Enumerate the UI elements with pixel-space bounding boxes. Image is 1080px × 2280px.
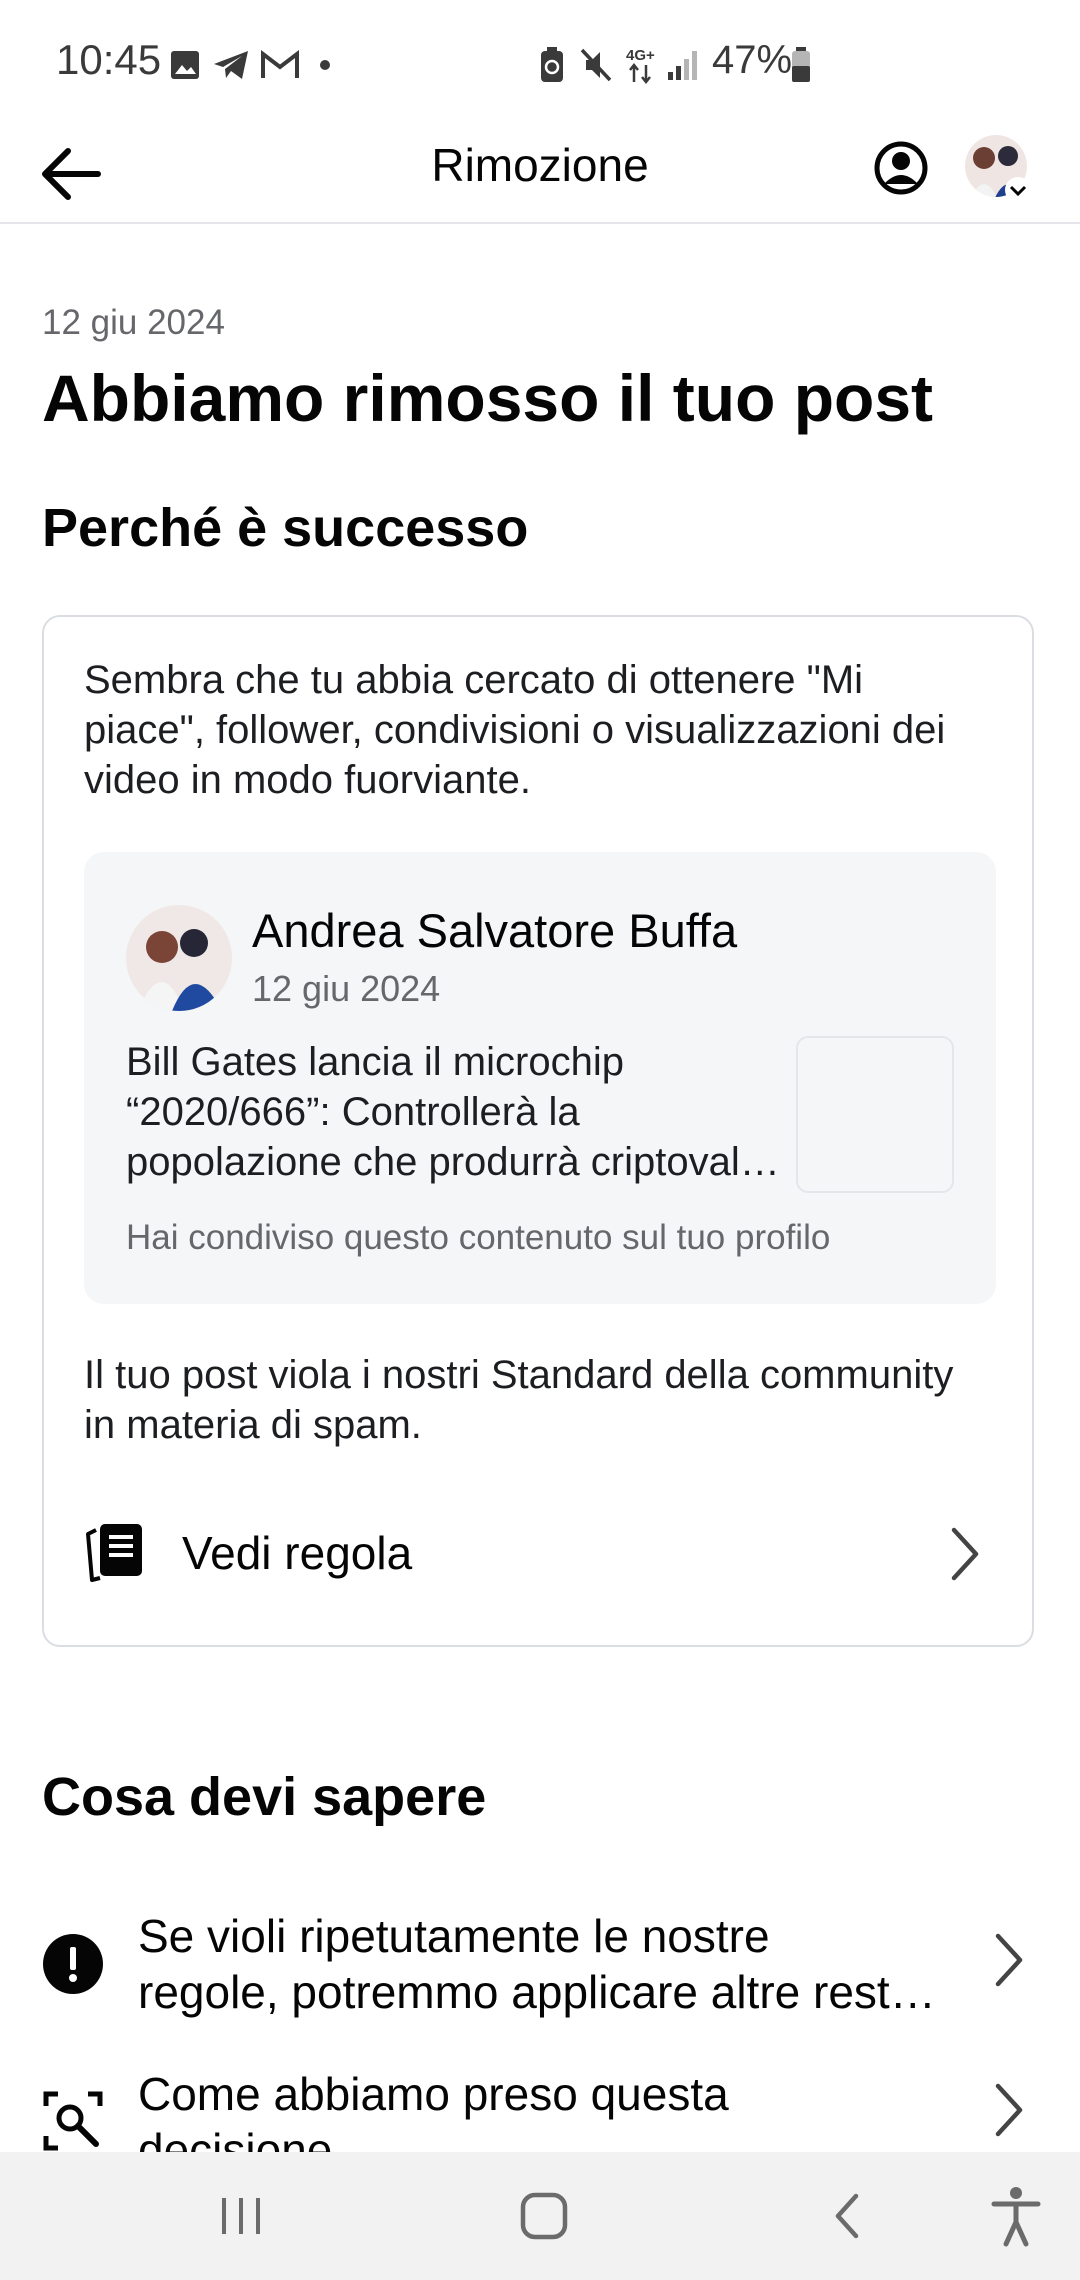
shared-note: Hai condiviso questo contenuto sul tuo p… bbox=[126, 1218, 831, 1257]
dot-icon bbox=[320, 60, 330, 70]
why-heading: Perché è successo bbox=[42, 498, 529, 558]
how-we-decided-item[interactable]: Come abbiamo preso questa decisione bbox=[42, 2066, 1038, 2152]
back-icon[interactable] bbox=[818, 2186, 878, 2246]
chevron-right-icon bbox=[995, 2083, 1023, 2137]
reason-text: Sembra che tu abbia cercato di ottenere … bbox=[84, 658, 946, 802]
post-text-line: Bill Gates lancia il microchip bbox=[126, 1040, 624, 1084]
status-time: 10:45 bbox=[56, 36, 162, 83]
account-button[interactable] bbox=[866, 132, 936, 208]
see-rule-label: Vedi regola bbox=[182, 1527, 413, 1579]
accessibility-icon[interactable] bbox=[988, 2184, 1044, 2248]
removal-date: 12 giu 2024 bbox=[42, 303, 225, 342]
how-we-decided-line: decisione bbox=[138, 2124, 333, 2152]
home-icon[interactable] bbox=[514, 2186, 574, 2246]
know-heading: Cosa devi sapere bbox=[42, 1767, 487, 1827]
profile-switcher-button[interactable] bbox=[962, 130, 1036, 210]
violation-text: Il tuo post viola i nostri Standard dell… bbox=[84, 1353, 954, 1447]
battery-percent: 47% bbox=[712, 38, 793, 82]
telegram-icon bbox=[214, 51, 248, 79]
see-rule-link[interactable]: Vedi regola bbox=[84, 1506, 996, 1598]
rulebook-icon bbox=[86, 1524, 142, 1582]
post-thumbnail bbox=[796, 1036, 954, 1193]
avatar bbox=[965, 135, 1031, 203]
svg-text:4G+: 4G+ bbox=[626, 47, 655, 64]
how-we-decided-text: Come abbiamo preso questa decisione bbox=[138, 2066, 938, 2152]
post-text-line: popolazione che produrrà criptovalute bbox=[126, 1140, 781, 1184]
post-date: 12 giu 2024 bbox=[252, 968, 441, 1009]
post-text-line: “2020/666”: Controllerà la bbox=[126, 1090, 580, 1134]
post-author-name: Andrea Salvatore Buffa bbox=[252, 904, 738, 957]
repeat-violations-line: Se violi ripetutamente le nostre bbox=[138, 1910, 770, 1962]
battery-icon bbox=[792, 47, 810, 82]
how-we-decided-line: Come abbiamo preso questa bbox=[138, 2068, 729, 2120]
image-icon bbox=[171, 51, 199, 79]
gmail-icon bbox=[261, 50, 299, 78]
alert-circle-icon bbox=[43, 1934, 103, 1994]
repeat-violations-line: regole, potremmo applicare altre restriz… bbox=[138, 1966, 938, 2018]
mute-icon bbox=[580, 48, 612, 82]
signal-icon bbox=[668, 51, 697, 80]
battery-saver-icon bbox=[541, 47, 563, 82]
system-nav-bar bbox=[0, 2152, 1080, 2280]
repeat-violations-item[interactable]: Se violi ripetutamente le nostre regole,… bbox=[42, 1908, 1038, 2020]
recent-apps-icon[interactable] bbox=[210, 2190, 272, 2242]
removal-title: Abbiamo rimosso il tuo post bbox=[42, 361, 934, 435]
search-scan-icon bbox=[43, 2091, 103, 2151]
post-author-avatar bbox=[126, 905, 232, 1011]
chevron-right-icon bbox=[995, 1933, 1023, 1987]
4g-icon: 4G+ bbox=[626, 47, 655, 85]
top-app-bar: Rimozione bbox=[0, 130, 1080, 224]
chevron-right-icon bbox=[951, 1527, 979, 1581]
account-circle-icon bbox=[874, 141, 928, 195]
status-bar: 10:45 4G+ 47% bbox=[0, 0, 1080, 130]
post-text: Bill Gates lancia il microchip “2020/666… bbox=[126, 1037, 781, 1187]
repeat-violations-text: Se violi ripetutamente le nostre regole,… bbox=[138, 1908, 938, 2020]
